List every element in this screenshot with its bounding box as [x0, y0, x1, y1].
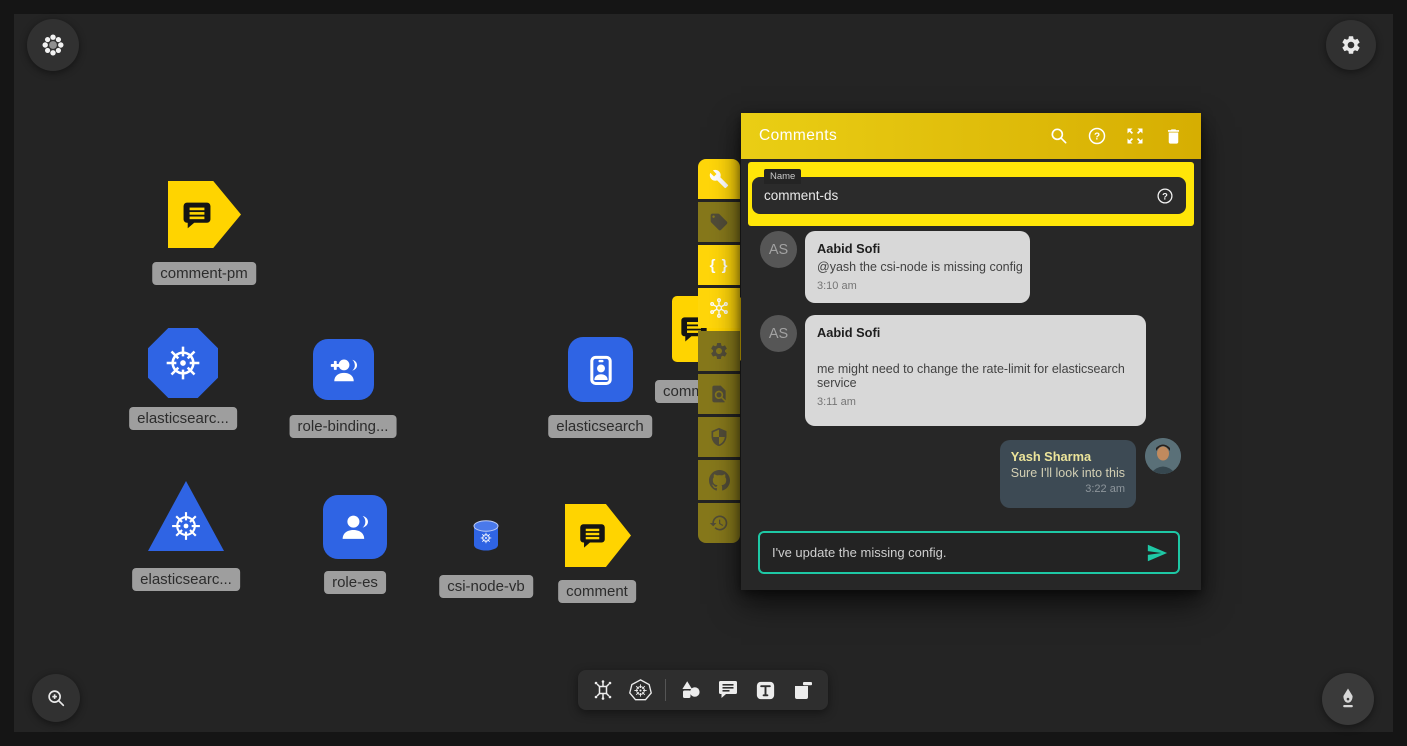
comment-tool-icon[interactable] — [715, 677, 741, 703]
toolbar-github-button[interactable] — [698, 460, 740, 500]
avatar: AS — [760, 315, 797, 352]
kubernetes-wheel-icon — [169, 509, 203, 543]
panel-title: Comments — [759, 127, 1033, 145]
message-author: Yash Sharma — [1011, 449, 1125, 464]
svg-text:?: ? — [1094, 132, 1100, 143]
name-field-label: Name — [764, 169, 801, 184]
delete-icon[interactable] — [1161, 124, 1185, 148]
toolbar-configure-button[interactable] — [698, 159, 740, 199]
shapes-icon[interactable] — [678, 677, 704, 703]
send-icon[interactable] — [1146, 542, 1168, 564]
pen-tool-button[interactable] — [1322, 673, 1374, 725]
pen-nib-icon — [1336, 687, 1360, 711]
toolbar-tag-button[interactable] — [698, 202, 740, 242]
history-icon — [709, 513, 729, 533]
node-elasticsearch-octagon[interactable] — [148, 328, 218, 398]
avatar-initials: AS — [769, 326, 788, 342]
node-csi-node-vb[interactable] — [471, 519, 501, 553]
toolbar-config-code-button[interactable]: { } — [698, 245, 740, 285]
node-label: role-es — [324, 571, 386, 594]
help-icon[interactable]: ? — [1085, 124, 1109, 148]
flower-logo-icon — [40, 32, 66, 58]
message-time: 3:10 am — [817, 280, 1018, 292]
message-bubble: Aabid Sofi me might need to change the r… — [805, 315, 1146, 426]
mesh-hub-icon — [708, 297, 730, 319]
node-role-es[interactable] — [323, 495, 387, 559]
message-bubble: Yash Sharma Sure I'll look into this 3:2… — [1000, 440, 1136, 508]
toolbar-history-button[interactable] — [698, 503, 740, 543]
node-label: elasticsearc... — [129, 407, 237, 430]
message-author: Aabid Sofi — [817, 325, 1134, 340]
kubernetes-icon[interactable] — [627, 677, 653, 703]
comments-panel-header[interactable]: Comments ? — [741, 113, 1201, 159]
node-label: elasticsearch — [548, 415, 652, 438]
toolbar-divider — [665, 679, 666, 701]
search-icon[interactable] — [1047, 124, 1071, 148]
person-add-icon — [326, 352, 362, 388]
comment-bubble-icon — [180, 198, 214, 232]
node-elasticsearch-serviceaccount[interactable] — [568, 337, 633, 402]
settings-button[interactable] — [1326, 20, 1376, 70]
cylinder-icon — [471, 519, 501, 553]
gear-icon — [1340, 34, 1362, 56]
help-circle-icon[interactable]: ? — [1156, 187, 1174, 205]
name-input[interactable] — [764, 188, 1156, 203]
expand-icon[interactable] — [1123, 124, 1147, 148]
node-action-toolbar: { } — [698, 159, 740, 543]
id-badge-icon — [582, 351, 620, 389]
toolbar-settings-button[interactable] — [698, 331, 740, 371]
braces-icon: { } — [710, 257, 729, 274]
people-icon — [336, 508, 374, 546]
toolbar-find-in-doc-button[interactable] — [698, 374, 740, 414]
kubernetes-wheel-icon — [163, 343, 203, 383]
component-graph-icon[interactable] — [590, 677, 616, 703]
message-bubble: Aabid Sofi @yash the csi-node is missing… — [805, 231, 1030, 303]
tag-icon — [709, 212, 729, 232]
name-field[interactable]: Name ? — [752, 177, 1186, 214]
zoom-in-icon — [45, 687, 67, 709]
node-role-binding[interactable] — [313, 339, 374, 400]
comment-composer[interactable] — [758, 531, 1180, 574]
message-text: Sure I'll look into this — [1011, 466, 1125, 480]
node-label: elasticsearc... — [132, 568, 240, 591]
message-time: 3:11 am — [817, 396, 1134, 408]
node-label: comment — [558, 580, 636, 603]
svg-text:?: ? — [1162, 191, 1168, 201]
app-logo-button[interactable] — [27, 19, 79, 71]
toolbar-mesh-button[interactable] — [698, 288, 740, 328]
zoom-button[interactable] — [32, 674, 80, 722]
shield-icon — [709, 427, 729, 447]
text-tool-icon[interactable] — [753, 677, 779, 703]
toolbar-security-button[interactable] — [698, 417, 740, 457]
wrench-icon — [709, 169, 729, 189]
message-text: me might need to change the rate-limit f… — [817, 362, 1134, 390]
note-icon[interactable] — [790, 677, 816, 703]
name-field-wrapper: Name ? — [748, 162, 1194, 226]
doc-search-icon — [709, 384, 729, 404]
node-label: csi-node-vb — [439, 575, 533, 598]
avatar-initials: AS — [769, 242, 788, 258]
message-time: 3:22 am — [1011, 483, 1125, 495]
avatar-photo — [1145, 438, 1181, 474]
node-label: role-binding... — [290, 415, 397, 438]
comment-input[interactable] — [772, 545, 1146, 560]
shape-tools-toolbar — [578, 670, 828, 710]
message-author: Aabid Sofi — [817, 241, 1018, 256]
message-text: @yash the csi-node is missing config — [817, 260, 1018, 274]
github-icon — [709, 470, 730, 491]
comments-panel: Comments ? Name ? AS Aabid Sofi @yash th… — [741, 113, 1201, 590]
avatar: AS — [760, 231, 797, 268]
comment-bubble-icon — [577, 520, 608, 551]
gear-icon — [709, 341, 729, 361]
node-label: comment-pm — [152, 262, 256, 285]
